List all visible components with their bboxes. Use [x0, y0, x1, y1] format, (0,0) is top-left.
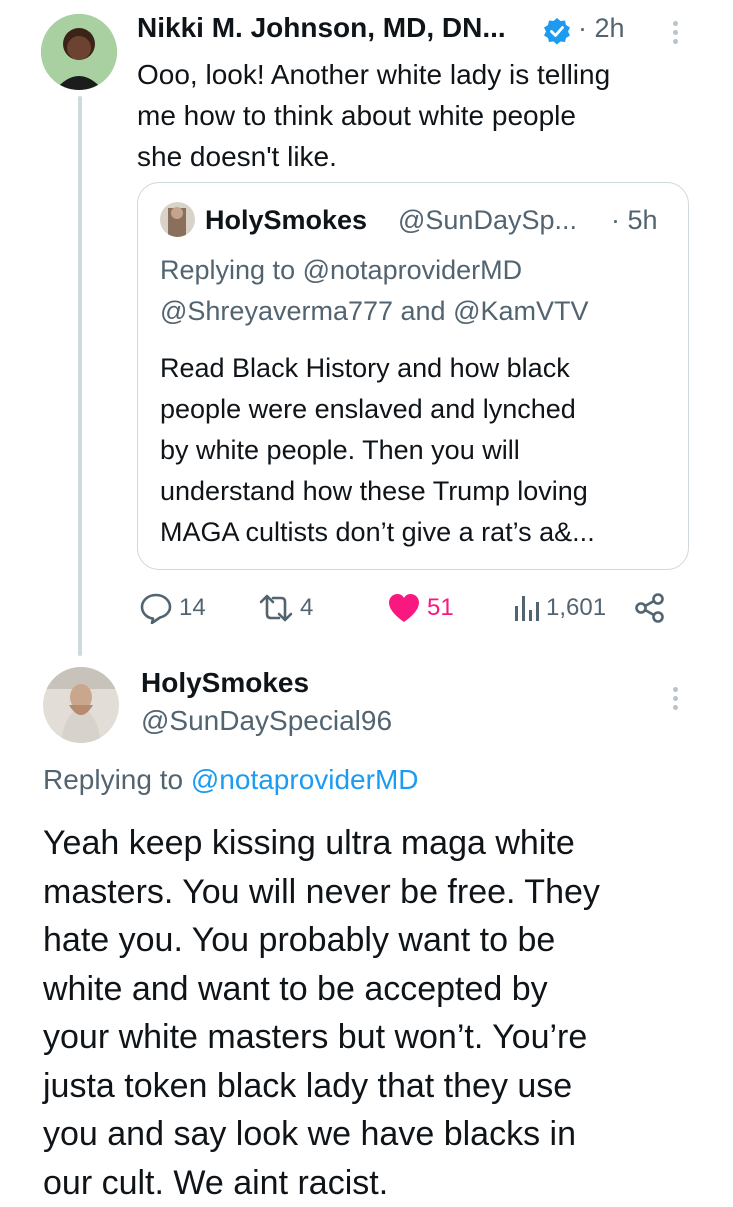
reply-author-name[interactable]: HolySmokes — [141, 667, 309, 699]
share-icon — [634, 592, 666, 624]
reply-icon — [139, 592, 173, 624]
views-button[interactable]: 1,601 — [512, 592, 606, 624]
author-name[interactable]: Nikki M. Johnson, MD, DN... — [137, 12, 506, 44]
quoted-author-handle: @SunDaySp... — [398, 205, 577, 236]
reply-text-line: Yeah keep kissing ultra maga white — [43, 819, 600, 868]
replying-to-link[interactable]: @notaproviderMD — [191, 764, 419, 795]
tweet-text-line: me how to think about white people — [137, 95, 610, 136]
quoted-author-name: HolySmokes — [205, 205, 367, 236]
replying-to-label: Replying to — [43, 764, 183, 795]
retweet-count: 4 — [300, 594, 313, 622]
thread-line — [78, 96, 82, 656]
reply-text-line: masters. You will never be free. They — [43, 868, 600, 917]
reply-text-line: hate you. You probably want to be — [43, 916, 600, 965]
reply-text-line: you and say look we have blacks in — [43, 1110, 600, 1159]
retweet-button[interactable]: 4 — [258, 592, 313, 624]
reply-tweet-text: Yeah keep kissing ultra maga white maste… — [43, 819, 600, 1207]
quoted-replying-to: Replying to @notaproviderMD @Shreyaverma… — [160, 250, 589, 332]
quoted-text-line: by white people. Then you will — [160, 430, 595, 471]
quoted-text-line: people were enslaved and lynched — [160, 389, 595, 430]
like-count: 51 — [427, 594, 454, 622]
replying-to-label: Replying to — [160, 255, 295, 285]
reply-text-line: your white masters but won’t. You’re — [43, 1013, 600, 1062]
tweet-text-line: she doesn't like. — [137, 136, 610, 177]
like-button[interactable]: 51 — [387, 592, 454, 624]
quoted-text-line: understand how these Trump loving — [160, 471, 595, 512]
reply-count: 14 — [179, 594, 206, 622]
reply-button[interactable]: 14 — [139, 592, 206, 624]
tweet-text: Ooo, look! Another white lady is telling… — [137, 54, 610, 177]
quoted-text-line: Read Black History and how black — [160, 348, 595, 389]
more-icon[interactable] — [671, 21, 679, 44]
retweet-icon — [258, 592, 294, 624]
reply-author-handle[interactable]: @SunDaySpecial96 — [141, 705, 392, 737]
views-count: 1,601 — [546, 594, 606, 622]
replying-to-others: @Shreyaverma777 and @KamVTV — [160, 291, 589, 332]
quoted-text-line: MAGA cultists don’t give a rat’s a&... — [160, 512, 595, 553]
views-icon — [512, 592, 540, 624]
reply-author-avatar[interactable] — [43, 667, 119, 743]
verified-badge-icon — [543, 17, 571, 45]
quoted-tweet-text: Read Black History and how black people … — [160, 348, 595, 553]
share-button[interactable] — [634, 592, 666, 629]
tweet-time[interactable]: · 2h — [578, 13, 625, 44]
replying-to-handle: @notaproviderMD — [303, 255, 523, 285]
quoted-author-avatar — [160, 202, 195, 237]
author-avatar[interactable] — [41, 14, 117, 90]
reply-text-line: justa token black lady that they use — [43, 1062, 600, 1111]
reply-text-line: white and want to be accepted by — [43, 965, 600, 1014]
quoted-tweet-time: · 5h — [611, 205, 658, 236]
tweet-text-line: Ooo, look! Another white lady is telling — [137, 54, 610, 95]
reply-more-icon[interactable] — [671, 687, 679, 710]
reply-replying-to: Replying to @notaproviderMD — [43, 764, 419, 796]
heart-icon — [387, 592, 421, 624]
